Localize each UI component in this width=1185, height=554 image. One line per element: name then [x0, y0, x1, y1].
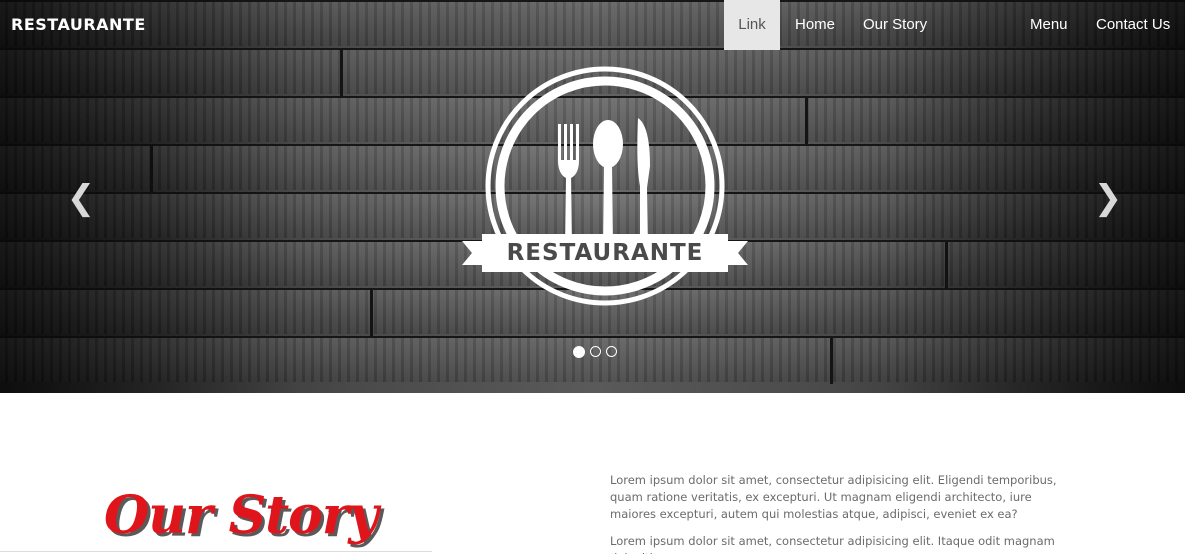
chevron-left-icon: ❮: [66, 178, 96, 218]
nav-link-home[interactable]: Home: [795, 0, 835, 50]
carousel-indicator-3[interactable]: [606, 346, 617, 357]
chevron-right-icon: ❯: [1093, 178, 1123, 218]
knife-icon: [637, 118, 650, 248]
restaurant-logo: RESTAURANTE: [460, 66, 750, 316]
divider: [0, 551, 432, 552]
fork-icon: [558, 124, 579, 248]
navbar-brand[interactable]: RESTAURANTE: [11, 15, 146, 34]
nav-link-our-story[interactable]: Our Story: [863, 0, 927, 50]
story-paragraph-1: Lorem ipsum dolor sit amet, consectetur …: [610, 473, 1057, 521]
hero-carousel: RESTAURANTE ❮ ❯: [0, 0, 1185, 393]
our-story-heading: Our Story: [104, 485, 378, 546]
carousel-next-button[interactable]: ❯: [1088, 178, 1128, 218]
logo-text: RESTAURANTE: [506, 240, 704, 266]
carousel-prev-button[interactable]: ❮: [61, 178, 101, 218]
story-paragraph-2: Lorem ipsum dolor sit amet, consectetur …: [610, 534, 1055, 554]
nav-link-menu[interactable]: Menu: [1030, 0, 1068, 50]
spoon-icon: [593, 120, 623, 248]
carousel-indicator-2[interactable]: [590, 346, 601, 357]
carousel-indicator-1[interactable]: [573, 346, 585, 358]
nav-link-link[interactable]: Link: [724, 0, 780, 50]
nav-link-contact-us[interactable]: Contact Us: [1096, 0, 1170, 50]
